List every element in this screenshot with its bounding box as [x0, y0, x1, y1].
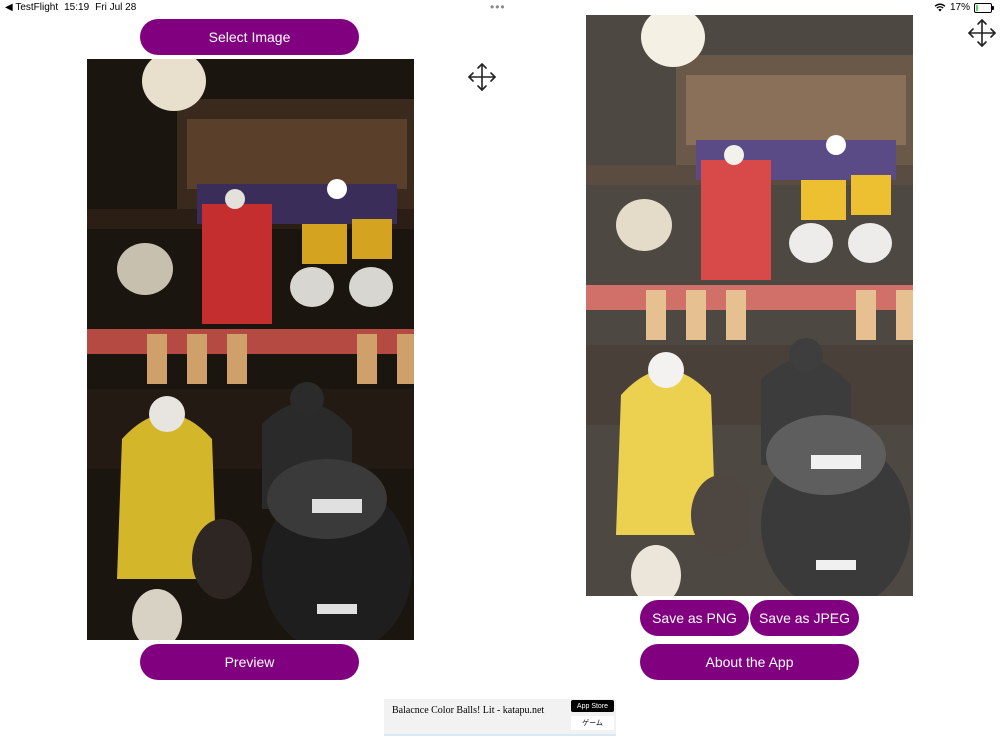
status-right: 17% [934, 2, 994, 13]
about-app-button[interactable]: About the App [640, 644, 859, 680]
preview-photo [586, 15, 913, 596]
multitasking-dots[interactable]: ••• [490, 0, 506, 14]
status-left: ◀ TestFlight 15:19 Fri Jul 28 [5, 2, 136, 13]
back-arrow-icon: ◀ [5, 2, 13, 13]
app-store-badge[interactable]: App Store [571, 700, 614, 712]
festival-photo-original [87, 59, 414, 640]
wifi-icon [934, 3, 946, 12]
battery-percent: 17% [949, 2, 970, 13]
original-photo [87, 59, 414, 640]
preview-button[interactable]: Preview [140, 644, 359, 680]
ad-banner[interactable]: Balacnce Color Balls! Lit - katapu.net A… [384, 699, 616, 736]
save-jpeg-button[interactable]: Save as JPEG [750, 600, 859, 636]
battery-fill [976, 4, 979, 11]
festival-photo-balanced [586, 15, 913, 596]
status-date: Fri Jul 28 [95, 2, 137, 13]
ad-genre-label: ゲーム [571, 716, 614, 730]
ad-title: Balacnce Color Balls! Lit - katapu.net [392, 705, 545, 716]
battery-icon [974, 2, 994, 13]
move-icon[interactable] [967, 18, 997, 48]
back-app-label: TestFlight [15, 2, 59, 13]
status-time: 15:19 [64, 2, 90, 13]
select-image-button[interactable]: Select Image [140, 19, 359, 55]
status-bar: ◀ TestFlight 15:19 Fri Jul 28 ••• 17% [0, 0, 1000, 16]
back-to-app[interactable]: ◀ TestFlight [5, 2, 58, 13]
save-png-button[interactable]: Save as PNG [640, 600, 749, 636]
move-icon[interactable] [467, 62, 497, 92]
